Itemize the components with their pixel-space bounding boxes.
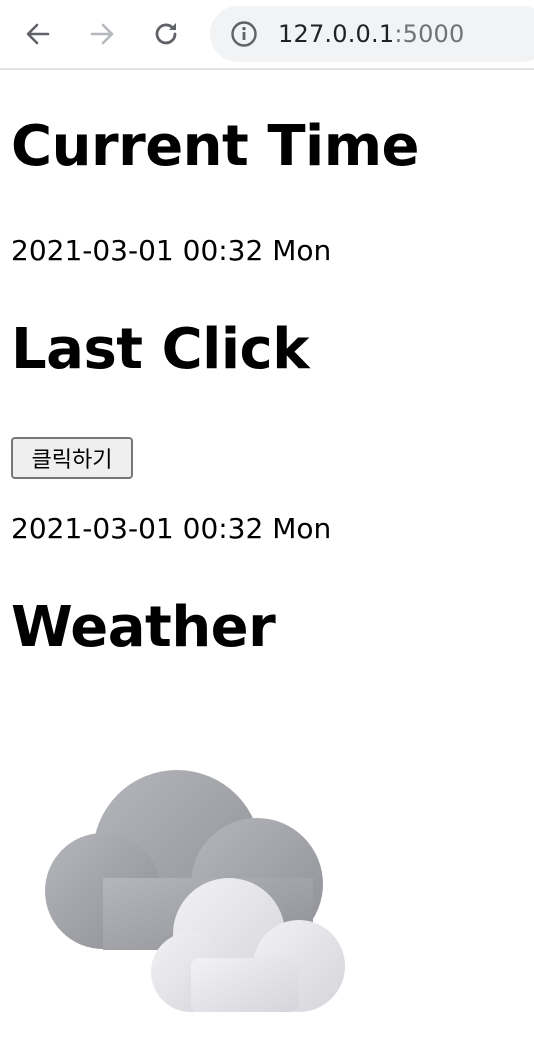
- browser-toolbar: 127.0.0.1:5000: [0, 0, 534, 70]
- forward-button[interactable]: [82, 14, 122, 54]
- reload-icon: [155, 23, 177, 45]
- current-time-heading: Current Time: [11, 114, 420, 179]
- cloudy-icon: [45, 770, 345, 1012]
- last-click-heading: Last Click: [11, 317, 310, 382]
- arrow-left-icon: [26, 23, 50, 45]
- back-button[interactable]: [18, 14, 58, 54]
- last-click-value: 2021-03-01 00:32 Mon: [11, 512, 332, 545]
- url-text: 127.0.0.1:5000: [278, 20, 464, 48]
- url-port: :5000: [394, 20, 465, 48]
- arrow-right-icon: [90, 23, 114, 45]
- address-bar[interactable]: 127.0.0.1:5000: [210, 6, 534, 62]
- reload-button[interactable]: [146, 14, 186, 54]
- weather-heading: Weather: [11, 595, 276, 660]
- click-button[interactable]: 클릭하기: [11, 437, 133, 479]
- info-icon[interactable]: [230, 20, 258, 48]
- url-host: 127.0.0.1: [278, 20, 395, 48]
- current-time-value: 2021-03-01 00:32 Mon: [11, 234, 332, 267]
